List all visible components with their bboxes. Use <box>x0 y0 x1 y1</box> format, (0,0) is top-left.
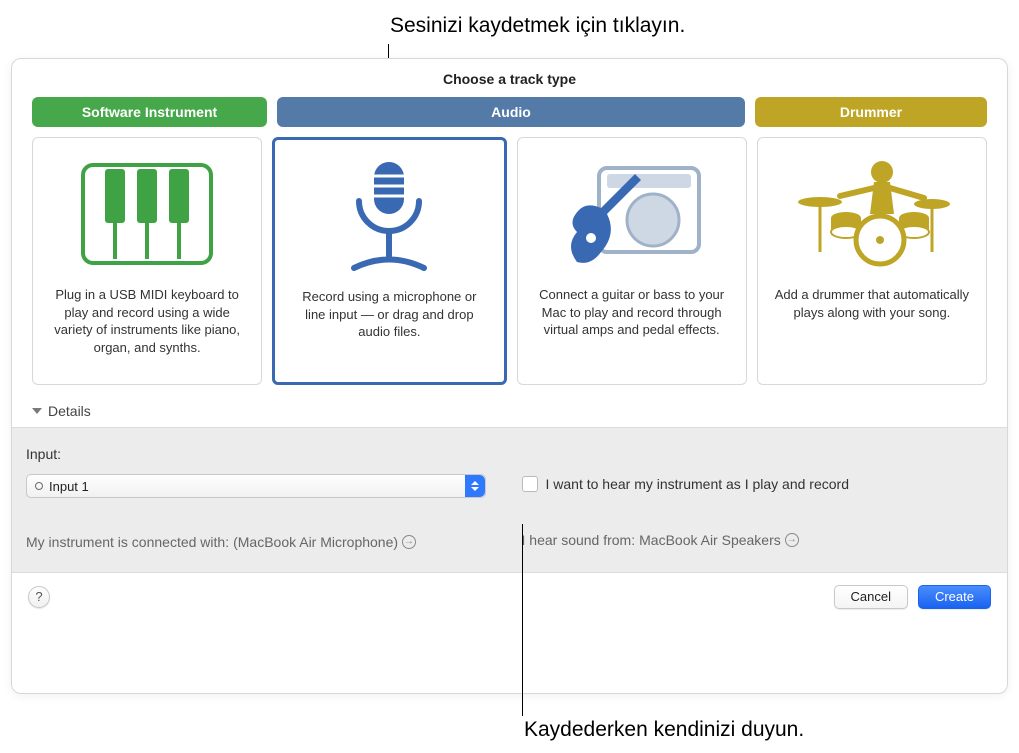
input-channel-icon <box>35 482 43 490</box>
hear-prefix: I hear sound from: <box>522 532 636 548</box>
card-drummer-desc: Add a drummer that automatically plays a… <box>768 286 976 321</box>
details-toggle[interactable]: Details <box>12 385 1007 427</box>
connected-arrow-icon[interactable]: → <box>402 535 416 549</box>
guitar-amp-icon <box>557 150 707 278</box>
card-row: Plug in a USB MIDI keyboard to play and … <box>12 137 1007 385</box>
hear-sound-row: I hear sound from: MacBook Air Speakers … <box>522 532 994 548</box>
card-mic-desc: Record using a microphone or line input … <box>285 288 493 341</box>
input-select[interactable]: Input 1 <box>26 474 486 498</box>
card-drummer[interactable]: Add a drummer that automatically plays a… <box>757 137 987 385</box>
tab-audio[interactable]: Audio <box>277 97 745 127</box>
tab-drummer[interactable]: Drummer <box>755 97 987 127</box>
create-button[interactable]: Create <box>918 585 991 609</box>
tab-software-instrument[interactable]: Software Instrument <box>32 97 267 127</box>
help-button[interactable]: ? <box>28 586 50 608</box>
choose-track-dialog: Choose a track type Software Instrument … <box>11 58 1008 694</box>
callout-top-text: Sesinizi kaydetmek için tıklayın. <box>390 14 685 38</box>
details-right-col: I want to hear my instrument as I play a… <box>522 446 994 550</box>
input-label: Input: <box>26 446 498 462</box>
hear-arrow-icon[interactable]: → <box>785 533 799 547</box>
card-audio-mic[interactable]: Record using a microphone or line input … <box>272 137 506 385</box>
select-stepper-icon <box>465 475 485 497</box>
dialog-footer: ? Cancel Create <box>12 573 1007 621</box>
monitor-label: I want to hear my instrument as I play a… <box>546 476 849 492</box>
chevron-down-icon <box>32 408 42 414</box>
card-software-instrument[interactable]: Plug in a USB MIDI keyboard to play and … <box>32 137 262 385</box>
drummer-icon <box>792 150 952 278</box>
cancel-button[interactable]: Cancel <box>834 585 908 609</box>
details-panel: Input: Input 1 My instrument is connecte… <box>12 427 1007 573</box>
card-guitar-desc: Connect a guitar or bass to your Mac to … <box>528 286 736 339</box>
tab-row: Software Instrument Audio Drummer <box>12 97 1007 137</box>
dialog-title: Choose a track type <box>12 59 1007 97</box>
details-left-col: Input: Input 1 My instrument is connecte… <box>26 446 498 550</box>
input-value: Input 1 <box>49 479 89 494</box>
callout-bottom-text: Kaydederken kendinizi duyun. <box>524 718 804 742</box>
instrument-connected-row: My instrument is connected with: (MacBoo… <box>26 534 498 550</box>
keyboard-icon <box>77 150 217 278</box>
monitor-checkbox[interactable] <box>522 476 538 492</box>
card-audio-guitar[interactable]: Connect a guitar or bass to your Mac to … <box>517 137 747 385</box>
details-label: Details <box>48 403 91 419</box>
connected-device: (MacBook Air Microphone) <box>233 534 398 550</box>
card-software-desc: Plug in a USB MIDI keyboard to play and … <box>43 286 251 356</box>
hear-device: MacBook Air Speakers <box>639 532 781 548</box>
microphone-icon <box>334 152 444 280</box>
connected-prefix: My instrument is connected with: <box>26 534 229 550</box>
callout-bottom-line <box>522 524 523 716</box>
